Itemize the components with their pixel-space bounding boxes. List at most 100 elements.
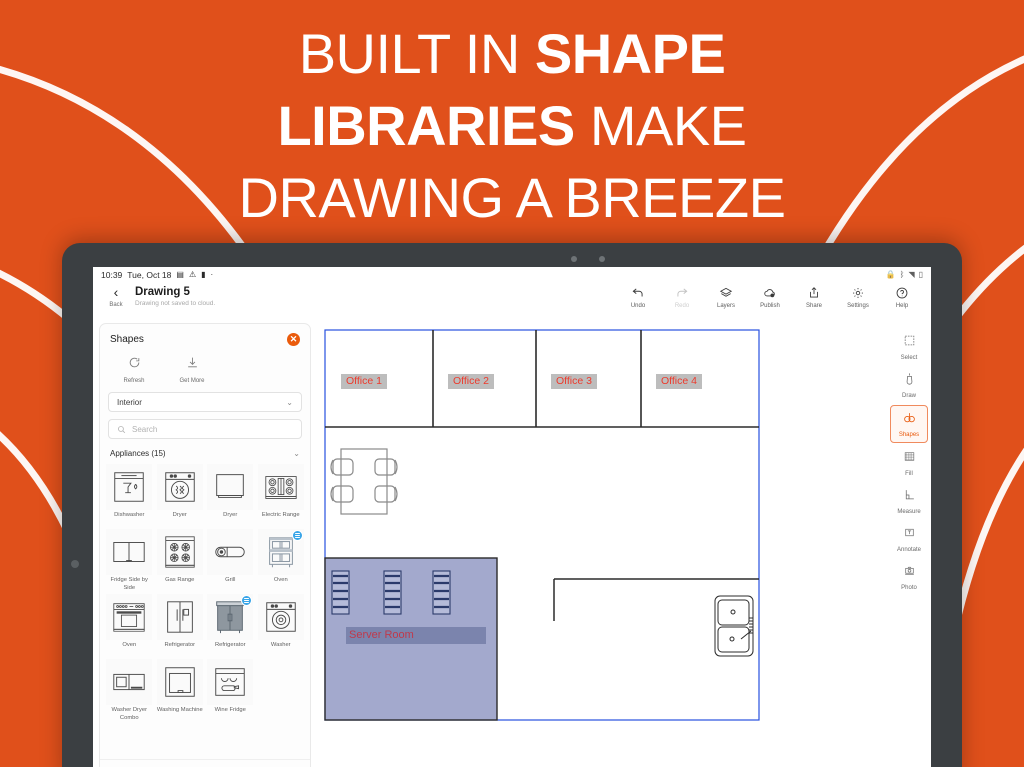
download-icon xyxy=(187,357,197,368)
close-icon[interactable]: ✕ xyxy=(287,333,300,346)
shape-thumbnail xyxy=(156,529,203,575)
banner-line-1: BUILT IN SHAPE xyxy=(0,18,1024,90)
banner-line-2-plain: MAKE xyxy=(574,94,747,157)
shape-item[interactable]: Wine Fridge xyxy=(206,659,255,722)
tablet-screen: 10:39 Tue, Oct 18 ▤ ⚠ ▮ · 🔒 ᛒ ◥ ▯ ‹ Back… xyxy=(93,267,931,767)
section-furniture[interactable]: Furniture (33) ⌄ xyxy=(100,759,310,767)
shape-item[interactable]: Dryer xyxy=(156,464,205,527)
device-side-button[interactable] xyxy=(71,560,79,568)
shape-item[interactable]: Oven xyxy=(105,594,154,657)
shape-thumbnail xyxy=(257,529,304,575)
shape-name: Electric Range xyxy=(261,512,300,518)
back-button-label: Back xyxy=(109,302,123,308)
chevron-left-icon: ‹ xyxy=(113,284,119,300)
library-select[interactable]: Interior ⌄ xyxy=(108,392,302,412)
shape-name: Dryer xyxy=(172,512,187,518)
gas-range-icon xyxy=(165,536,195,568)
conference-table-with-4-chairs xyxy=(330,448,398,515)
toolbar-layers-label: Layers xyxy=(716,303,735,309)
shape-thumbnail xyxy=(156,659,203,705)
toolbar-publish-label: Publish xyxy=(760,303,780,309)
toolbar-settings[interactable]: Settings xyxy=(843,285,873,309)
shape-item[interactable]: Washer xyxy=(257,594,306,657)
toolbar-publish[interactable]: Publish xyxy=(755,285,785,309)
battery-saver-icon: ▮ xyxy=(201,270,206,279)
shapes-panel-actions: Refresh Get More xyxy=(100,352,310,392)
washer-icon xyxy=(266,602,296,632)
workspace: Shapes ✕ Refresh Get More Interior ⌄ Sea… xyxy=(93,321,931,767)
shapes-panel: Shapes ✕ Refresh Get More Interior ⌄ Sea… xyxy=(99,323,311,767)
toolbar-undo-label: Undo xyxy=(630,303,646,309)
dryer-top-icon xyxy=(216,474,245,498)
undo-icon xyxy=(632,288,643,297)
shape-item[interactable]: Washer Dryer Combo xyxy=(105,659,154,722)
refrigerator-icon xyxy=(166,601,193,633)
shape-item[interactable]: Refrigerator xyxy=(206,594,255,657)
page-title: Drawing 5 xyxy=(135,286,190,298)
shape-item[interactable]: Dryer xyxy=(206,464,255,527)
room-label-office-3[interactable]: Office 3 xyxy=(551,374,597,389)
premium-badge-icon xyxy=(291,530,303,541)
toolbar-settings-label: Settings xyxy=(847,303,869,309)
shape-item[interactable]: Oven xyxy=(257,529,306,592)
toolbar-redo[interactable]: Redo xyxy=(667,285,697,309)
shape-thumbnail xyxy=(106,594,153,640)
washing-machine-icon xyxy=(165,667,195,697)
section-appliances-label: Appliances (15) xyxy=(110,449,166,458)
chevron-down-icon: ⌄ xyxy=(286,397,293,407)
get-more-label: Get More xyxy=(179,378,205,384)
search-icon xyxy=(118,425,126,433)
shape-name: Dishwasher xyxy=(114,512,145,518)
status-date: Tue, Oct 18 xyxy=(127,270,172,280)
shape-name: Refrigerator xyxy=(164,642,196,648)
oven-range-icon xyxy=(113,603,145,632)
redo-icon xyxy=(677,288,688,297)
share-icon xyxy=(810,287,818,298)
toolbar-layers[interactable]: Layers xyxy=(711,285,741,309)
shape-item[interactable]: Electric Range xyxy=(257,464,306,527)
shapes-grid-scroll[interactable]: Dishwasher Dryer Dryer Electric Range Fr… xyxy=(100,464,310,759)
shape-item[interactable]: Dishwasher xyxy=(105,464,154,527)
room-label-office-4[interactable]: Office 4 xyxy=(656,374,702,389)
drawing-canvas[interactable]: Office 1 Office 2 Office 3 Office 4 Serv… xyxy=(311,321,887,767)
fridge-side-by-side-icon xyxy=(113,542,145,562)
get-more-button[interactable]: Get More xyxy=(172,356,212,384)
shapes-panel-title: Shapes xyxy=(110,334,144,345)
app-header: ‹ Back Drawing 5 Drawing not saved to cl… xyxy=(93,283,931,321)
shape-thumbnail xyxy=(257,464,304,510)
shape-thumbnail xyxy=(257,594,304,640)
section-appliances[interactable]: Appliances (15) ⌄ xyxy=(100,446,310,464)
publish-cloud-icon xyxy=(764,289,775,298)
shape-thumbnail xyxy=(106,659,153,705)
search-input[interactable]: Search xyxy=(132,425,157,434)
promo-banner: BUILT IN SHAPE LIBRARIES MAKE DRAWING A … xyxy=(0,18,1024,234)
toolbar-share[interactable]: Share xyxy=(799,285,829,309)
shape-item[interactable]: Refrigerator xyxy=(156,594,205,657)
shape-name: Refrigerator xyxy=(214,642,246,648)
shape-item[interactable]: Gas Range xyxy=(156,529,205,592)
dryer-icon xyxy=(165,472,195,502)
room-label-office-1[interactable]: Office 1 xyxy=(341,374,387,389)
gear-icon xyxy=(853,288,863,298)
toolbar-help-label: Help xyxy=(895,303,909,309)
shape-item[interactable]: Fridge Side by Side xyxy=(105,529,154,592)
search-field[interactable]: Search xyxy=(108,419,302,439)
front-camera-icon xyxy=(571,256,577,262)
double-sink xyxy=(714,595,754,657)
toolbar-undo[interactable]: Undo xyxy=(623,285,653,309)
electric-range-icon xyxy=(265,476,297,499)
refresh-label: Refresh xyxy=(123,378,145,384)
document-title-block[interactable]: Drawing 5 Drawing not saved to cloud. xyxy=(135,285,215,307)
room-label-office-2[interactable]: Office 2 xyxy=(448,374,494,389)
banner-line-2-bold: LIBRARIES xyxy=(277,94,575,157)
refresh-button[interactable]: Refresh xyxy=(114,356,154,384)
back-button[interactable]: ‹ Back xyxy=(101,285,131,308)
wifi-icon: ◥ xyxy=(908,270,915,279)
shape-item[interactable]: Washing Machine xyxy=(156,659,205,722)
shape-item[interactable]: Grill xyxy=(206,529,255,592)
shape-thumbnail xyxy=(156,464,203,510)
room-label-server-room[interactable]: Server Room xyxy=(346,627,486,644)
toolbar-help[interactable]: Help xyxy=(887,285,917,309)
toolbar-share-label: Share xyxy=(805,303,822,309)
banner-line-1-plain: BUILT IN xyxy=(298,22,535,85)
